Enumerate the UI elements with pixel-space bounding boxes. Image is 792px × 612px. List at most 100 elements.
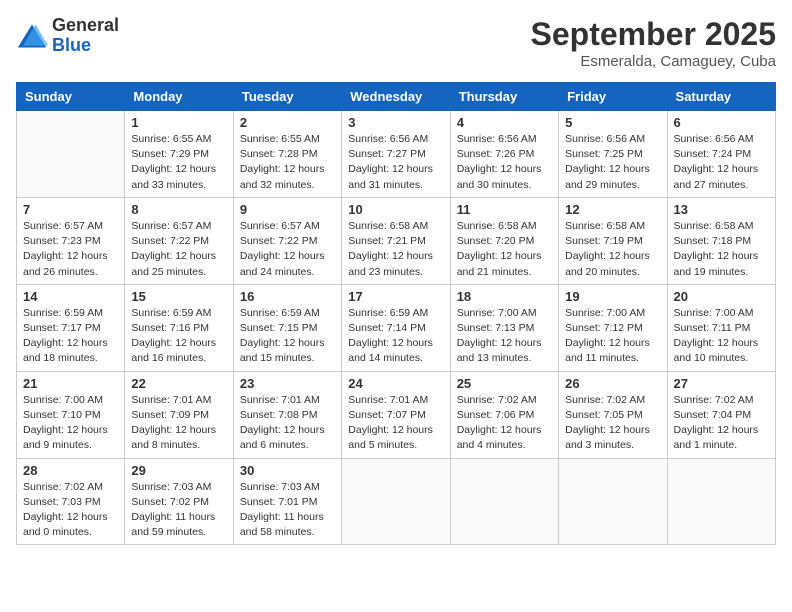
day-number: 21 <box>23 376 118 391</box>
calendar-cell <box>342 458 450 545</box>
weekday-header-friday: Friday <box>559 83 667 111</box>
calendar-cell: 20 Sunrise: 7:00 AM Sunset: 7:11 PM Dayli… <box>667 284 775 371</box>
day-info: Sunrise: 6:57 AM Sunset: 7:22 PM Dayligh… <box>131 219 226 280</box>
calendar-week-2: 7 Sunrise: 6:57 AM Sunset: 7:23 PM Daylig… <box>17 197 776 284</box>
calendar-cell: 29 Sunrise: 7:03 AM Sunset: 7:02 PM Dayli… <box>125 458 233 545</box>
day-info: Sunrise: 6:58 AM Sunset: 7:20 PM Dayligh… <box>457 219 552 280</box>
logo-blue: Blue <box>52 36 119 56</box>
day-info: Sunrise: 6:59 AM Sunset: 7:15 PM Dayligh… <box>240 306 335 367</box>
day-number: 30 <box>240 463 335 478</box>
calendar-cell: 5 Sunrise: 6:56 AM Sunset: 7:25 PM Daylig… <box>559 111 667 198</box>
day-number: 24 <box>348 376 443 391</box>
day-number: 29 <box>131 463 226 478</box>
weekday-header-thursday: Thursday <box>450 83 558 111</box>
day-info: Sunrise: 6:56 AM Sunset: 7:26 PM Dayligh… <box>457 132 552 193</box>
day-number: 4 <box>457 115 552 130</box>
day-number: 5 <box>565 115 660 130</box>
day-number: 26 <box>565 376 660 391</box>
day-number: 27 <box>674 376 769 391</box>
calendar-cell: 24 Sunrise: 7:01 AM Sunset: 7:07 PM Dayli… <box>342 371 450 458</box>
day-info: Sunrise: 6:58 AM Sunset: 7:18 PM Dayligh… <box>674 219 769 280</box>
calendar-cell: 18 Sunrise: 7:00 AM Sunset: 7:13 PM Dayli… <box>450 284 558 371</box>
month-title: September 2025 <box>531 16 776 53</box>
calendar-cell: 2 Sunrise: 6:55 AM Sunset: 7:28 PM Daylig… <box>233 111 341 198</box>
weekday-header-monday: Monday <box>125 83 233 111</box>
calendar-cell: 9Sunrise: 6:57 AM Sunset: 7:22 PM Daylig… <box>233 197 341 284</box>
day-info: Sunrise: 6:56 AM Sunset: 7:27 PM Dayligh… <box>348 132 443 193</box>
day-info: Sunrise: 7:01 AM Sunset: 7:09 PM Dayligh… <box>131 393 226 454</box>
calendar-cell: 14 Sunrise: 6:59 AM Sunset: 7:17 PM Dayli… <box>17 284 125 371</box>
day-info: Sunrise: 6:56 AM Sunset: 7:24 PM Dayligh… <box>674 132 769 193</box>
calendar-cell: 15Sunrise: 6:59 AM Sunset: 7:16 PM Dayli… <box>125 284 233 371</box>
calendar-cell: 10 Sunrise: 6:58 AM Sunset: 7:21 PM Dayli… <box>342 197 450 284</box>
day-number: 15 <box>131 289 226 304</box>
day-info: Sunrise: 7:01 AM Sunset: 7:08 PM Dayligh… <box>240 393 335 454</box>
calendar-cell: 25 Sunrise: 7:02 AM Sunset: 7:06 PM Dayli… <box>450 371 558 458</box>
calendar-week-4: 21 Sunrise: 7:00 AM Sunset: 7:10 PM Dayli… <box>17 371 776 458</box>
day-info: Sunrise: 7:02 AM Sunset: 7:03 PM Dayligh… <box>23 480 118 541</box>
logo-general: General <box>52 16 119 36</box>
day-number: 18 <box>457 289 552 304</box>
day-info: Sunrise: 7:00 AM Sunset: 7:10 PM Dayligh… <box>23 393 118 454</box>
calendar-cell: 22 Sunrise: 7:01 AM Sunset: 7:09 PM Dayli… <box>125 371 233 458</box>
calendar-cell: 12Sunrise: 6:58 AM Sunset: 7:19 PM Dayli… <box>559 197 667 284</box>
day-info: Sunrise: 6:57 AM Sunset: 7:23 PM Dayligh… <box>23 219 118 280</box>
calendar-table: SundayMondayTuesdayWednesdayThursdayFrid… <box>16 82 776 545</box>
day-info: Sunrise: 7:01 AM Sunset: 7:07 PM Dayligh… <box>348 393 443 454</box>
day-number: 8 <box>131 202 226 217</box>
day-info: Sunrise: 6:58 AM Sunset: 7:21 PM Dayligh… <box>348 219 443 280</box>
day-info: Sunrise: 7:03 AM Sunset: 7:01 PM Dayligh… <box>240 480 335 541</box>
day-number: 28 <box>23 463 118 478</box>
day-number: 2 <box>240 115 335 130</box>
calendar-cell: 8 Sunrise: 6:57 AM Sunset: 7:22 PM Daylig… <box>125 197 233 284</box>
day-info: Sunrise: 6:59 AM Sunset: 7:17 PM Dayligh… <box>23 306 118 367</box>
calendar-cell: 4 Sunrise: 6:56 AM Sunset: 7:26 PM Daylig… <box>450 111 558 198</box>
day-number: 19 <box>565 289 660 304</box>
calendar-cell: 21 Sunrise: 7:00 AM Sunset: 7:10 PM Dayli… <box>17 371 125 458</box>
day-number: 11 <box>457 202 552 217</box>
calendar-week-5: 28 Sunrise: 7:02 AM Sunset: 7:03 PM Dayli… <box>17 458 776 545</box>
logo-icon <box>16 22 48 50</box>
day-number: 7 <box>23 202 118 217</box>
day-info: Sunrise: 6:59 AM Sunset: 7:14 PM Dayligh… <box>348 306 443 367</box>
day-info: Sunrise: 7:02 AM Sunset: 7:04 PM Dayligh… <box>674 393 769 454</box>
calendar-cell: 1 Sunrise: 6:55 AM Sunset: 7:29 PM Daylig… <box>125 111 233 198</box>
calendar-week-3: 14 Sunrise: 6:59 AM Sunset: 7:17 PM Dayli… <box>17 284 776 371</box>
day-info: Sunrise: 6:56 AM Sunset: 7:25 PM Dayligh… <box>565 132 660 193</box>
day-info: Sunrise: 7:02 AM Sunset: 7:06 PM Dayligh… <box>457 393 552 454</box>
day-number: 10 <box>348 202 443 217</box>
day-number: 14 <box>23 289 118 304</box>
logo: General Blue <box>16 16 119 56</box>
day-number: 23 <box>240 376 335 391</box>
calendar-cell: 19Sunrise: 7:00 AM Sunset: 7:12 PM Dayli… <box>559 284 667 371</box>
day-info: Sunrise: 7:03 AM Sunset: 7:02 PM Dayligh… <box>131 480 226 541</box>
day-info: Sunrise: 6:55 AM Sunset: 7:28 PM Dayligh… <box>240 132 335 193</box>
day-number: 1 <box>131 115 226 130</box>
calendar-cell <box>17 111 125 198</box>
day-number: 6 <box>674 115 769 130</box>
weekday-header-saturday: Saturday <box>667 83 775 111</box>
day-number: 22 <box>131 376 226 391</box>
calendar-cell: 13 Sunrise: 6:58 AM Sunset: 7:18 PM Dayli… <box>667 197 775 284</box>
day-number: 25 <box>457 376 552 391</box>
day-number: 12 <box>565 202 660 217</box>
calendar-cell: 16Sunrise: 6:59 AM Sunset: 7:15 PM Dayli… <box>233 284 341 371</box>
page-header: General Blue September 2025 Esmeralda, C… <box>16 16 776 70</box>
calendar-cell: 23 Sunrise: 7:01 AM Sunset: 7:08 PM Dayli… <box>233 371 341 458</box>
calendar-cell: 27 Sunrise: 7:02 AM Sunset: 7:04 PM Dayli… <box>667 371 775 458</box>
calendar-header-row: SundayMondayTuesdayWednesdayThursdayFrid… <box>17 83 776 111</box>
day-info: Sunrise: 6:57 AM Sunset: 7:22 PM Dayligh… <box>240 219 335 280</box>
calendar-cell: 28 Sunrise: 7:02 AM Sunset: 7:03 PM Dayli… <box>17 458 125 545</box>
calendar-cell: 30 Sunrise: 7:03 AM Sunset: 7:01 PM Dayli… <box>233 458 341 545</box>
calendar-cell: 17Sunrise: 6:59 AM Sunset: 7:14 PM Dayli… <box>342 284 450 371</box>
day-number: 13 <box>674 202 769 217</box>
weekday-header-tuesday: Tuesday <box>233 83 341 111</box>
calendar-cell: 7 Sunrise: 6:57 AM Sunset: 7:23 PM Daylig… <box>17 197 125 284</box>
day-info: Sunrise: 6:55 AM Sunset: 7:29 PM Dayligh… <box>131 132 226 193</box>
calendar-cell: 11 Sunrise: 6:58 AM Sunset: 7:20 PM Dayli… <box>450 197 558 284</box>
day-number: 3 <box>348 115 443 130</box>
day-number: 20 <box>674 289 769 304</box>
day-info: Sunrise: 7:00 AM Sunset: 7:13 PM Dayligh… <box>457 306 552 367</box>
day-info: Sunrise: 7:00 AM Sunset: 7:11 PM Dayligh… <box>674 306 769 367</box>
calendar-cell: 26Sunrise: 7:02 AM Sunset: 7:05 PM Dayli… <box>559 371 667 458</box>
